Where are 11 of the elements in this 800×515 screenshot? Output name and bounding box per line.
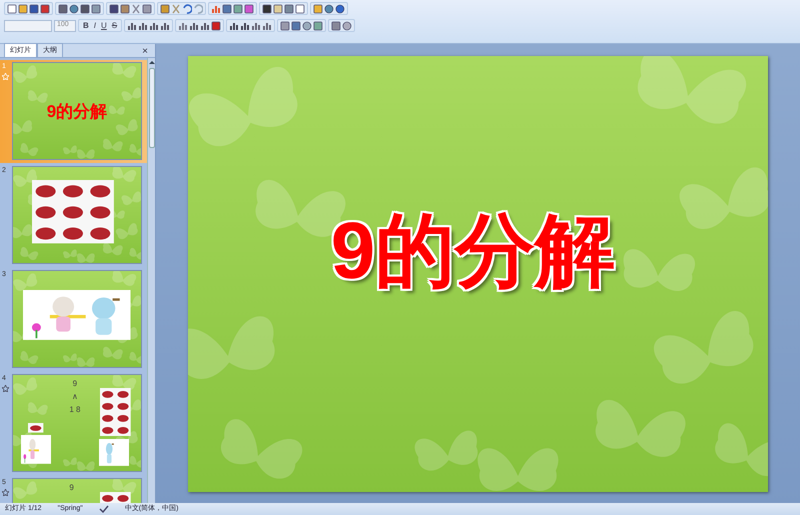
number-text: ∧ [72,393,78,401]
close-button[interactable]: × [139,47,151,57]
format-button[interactable]: S [110,20,120,30]
number-text: 1 8 [69,406,80,414]
format-button[interactable]: B [81,20,91,30]
format-button[interactable]: I [92,20,98,30]
slide-title: 9的分解 [330,211,616,291]
format-button[interactable]: U [99,20,109,30]
number-text: 9 [69,484,74,492]
slide-title: 9的分解 [46,102,108,120]
number-text: 9 [72,380,78,388]
